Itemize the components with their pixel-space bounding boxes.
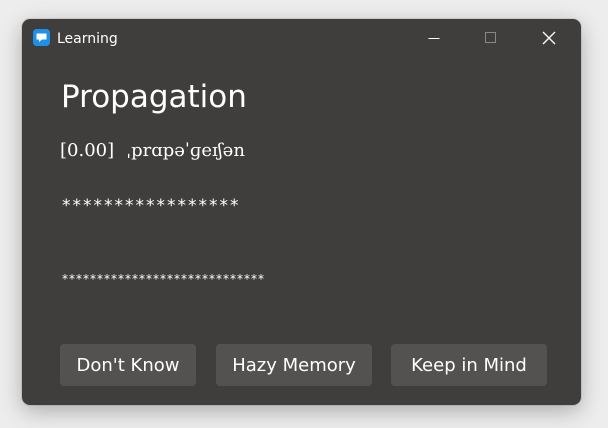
word-heading: Propagation	[61, 79, 247, 115]
maximize-button[interactable]	[468, 19, 514, 57]
pronunciation-line: [0.00] ˌprɑpəˈɡeɪʃən	[60, 139, 245, 163]
minimize-icon	[428, 38, 440, 39]
hidden-definition: *****************	[62, 196, 241, 216]
hazy-memory-button[interactable]: Hazy Memory	[216, 344, 372, 386]
app-window: Learning Propagation [0.00] ˌprɑpəˈɡeɪʃən…	[22, 19, 581, 405]
phonetic-transcription: ˌprɑpəˈɡeɪʃən	[126, 140, 245, 161]
close-button[interactable]	[526, 19, 572, 57]
window-title: Learning	[57, 31, 118, 47]
hidden-example: *****************************	[62, 272, 265, 286]
title-bar[interactable]: Learning	[22, 19, 581, 59]
minimize-button[interactable]	[411, 19, 457, 57]
maximize-icon	[485, 32, 496, 43]
familiarity-score: [0.00]	[60, 140, 115, 161]
dont-know-button[interactable]: Don't Know	[60, 344, 196, 386]
message-app-icon	[33, 29, 50, 46]
close-icon	[542, 31, 556, 45]
keep-in-mind-button[interactable]: Keep in Mind	[391, 344, 547, 386]
